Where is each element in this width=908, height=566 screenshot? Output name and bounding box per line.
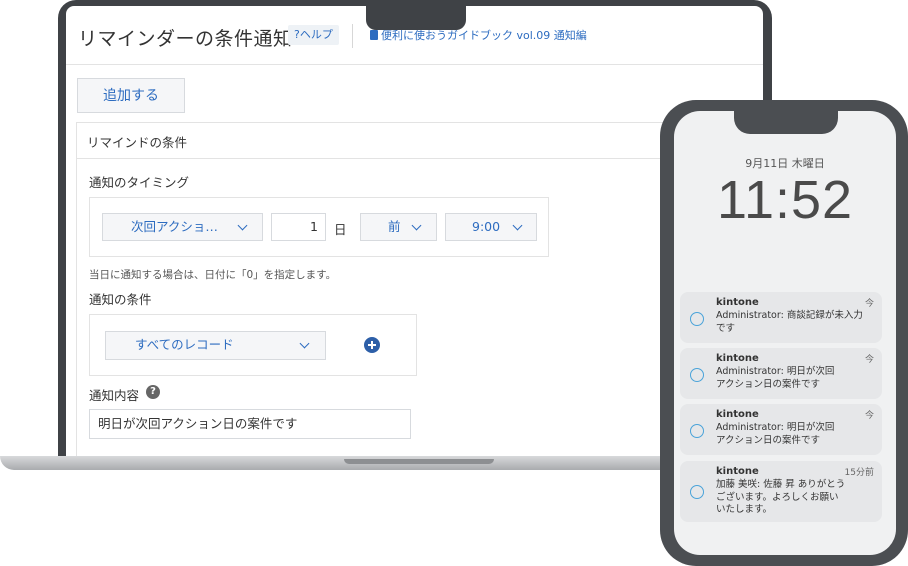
notification-card[interactable]: kintone 今 Administrator: 明日が次回 アクション日の案件… xyxy=(680,348,882,399)
book-icon xyxy=(370,30,378,40)
notification-line: いたします。 xyxy=(716,504,773,515)
lock-screen-time: 11:52 xyxy=(716,170,854,230)
timing-hint: 当日に通知する場合は、日付に「0」を指定します。 xyxy=(89,269,337,281)
notification-line: アクション日の案件です xyxy=(716,434,821,446)
date-field-select[interactable]: 次回アクショ… xyxy=(102,213,263,241)
chevron-down-icon xyxy=(512,220,523,231)
record-filter-select-value: すべてのレコード xyxy=(135,337,234,352)
header-divider xyxy=(352,24,353,48)
guide-link-label: 便利に使おうガイドブック vol.09 通知編 xyxy=(381,29,587,42)
date-field-select-value: 次回アクショ… xyxy=(131,219,218,234)
kintone-app-icon xyxy=(690,368,704,382)
timing-label: 通知のタイミング xyxy=(89,175,190,190)
phone-lock-screen: 9月11日 木曜日 11:52 kintone 今 Administrator:… xyxy=(674,111,896,555)
content-label: 通知内容 xyxy=(89,388,140,403)
page-title: リマインダーの条件通知 xyxy=(78,28,293,50)
help-link[interactable]: ?ヘルプ xyxy=(288,25,339,45)
add-condition-icon[interactable] xyxy=(364,337,380,353)
notification-body: 加藤 美咲: 佐藤 昇 ありがとう ございます。よろしくお願い いたします。 xyxy=(716,479,874,517)
notification-line: 加藤 美咲: 佐藤 昇 ありがとう xyxy=(716,479,846,490)
laptop-screen: リマインダーの条件通知 ?ヘルプ 便利に使おうガイドブック vol.09 通知編… xyxy=(66,6,763,456)
record-filter-select[interactable]: すべてのレコード xyxy=(105,331,326,360)
notification-app: kintone xyxy=(716,409,759,420)
kintone-app-icon xyxy=(690,312,704,326)
chevron-down-icon xyxy=(411,220,422,231)
kintone-app-icon xyxy=(690,485,704,499)
phone-notch xyxy=(734,108,838,134)
time-select-value: 9:00 xyxy=(472,219,501,234)
timing-box: 次回アクショ… 1 日 前 9:00 xyxy=(89,197,549,257)
help-icon[interactable]: ? xyxy=(146,385,160,399)
section-heading-label: リマインドの条件 xyxy=(87,135,188,150)
before-after-select[interactable]: 前 xyxy=(360,213,437,241)
notification-line: です xyxy=(716,322,736,334)
notification-line: Administrator: 明日が次回 xyxy=(716,366,835,377)
condition-box: すべてのレコード xyxy=(89,314,417,376)
days-unit-label: 日 xyxy=(334,222,347,237)
notification-body: Administrator: 明日が次回 アクション日の案件です xyxy=(716,366,874,391)
notification-app: kintone xyxy=(716,297,759,308)
before-after-select-value: 前 xyxy=(388,219,401,234)
notification-body: Administrator: 商談記録が未入力 です xyxy=(716,310,874,335)
notification-body: Administrator: 明日が次回 アクション日の案件です xyxy=(716,422,874,447)
notification-app: kintone xyxy=(716,353,759,364)
notification-line: ございます。よろしくお願い xyxy=(716,491,839,503)
notification-line: Administrator: 商談記録が未入力 xyxy=(716,310,863,321)
notification-card[interactable]: kintone 15分前 加藤 美咲: 佐藤 昇 ありがとう ございます。よろし… xyxy=(680,461,882,522)
notification-time: 今 xyxy=(864,299,874,309)
time-select[interactable]: 9:00 xyxy=(445,213,537,241)
notification-line: アクション日の案件です xyxy=(716,378,821,390)
notification-line: Administrator: 明日が次回 xyxy=(716,422,835,433)
laptop-base-groove xyxy=(344,459,494,464)
add-button[interactable]: 追加する xyxy=(77,78,185,113)
offset-days-input[interactable]: 1 xyxy=(271,213,326,241)
notification-card[interactable]: kintone 今 Administrator: 商談記録が未入力 です xyxy=(680,292,882,343)
notification-time: 今 xyxy=(864,355,874,365)
notification-app: kintone xyxy=(716,466,759,477)
notification-time: 今 xyxy=(864,411,874,421)
chevron-down-icon xyxy=(237,220,248,231)
kintone-app-icon xyxy=(690,424,704,438)
chevron-down-icon xyxy=(299,338,310,349)
notification-card[interactable]: kintone 今 Administrator: 明日が次回 アクション日の案件… xyxy=(680,404,882,455)
condition-label: 通知の条件 xyxy=(89,292,152,307)
notification-time: 15分前 xyxy=(844,468,874,478)
camera-notch xyxy=(366,0,466,30)
notification-content-input[interactable]: 明日が次回アクション日の案件です xyxy=(89,409,411,439)
